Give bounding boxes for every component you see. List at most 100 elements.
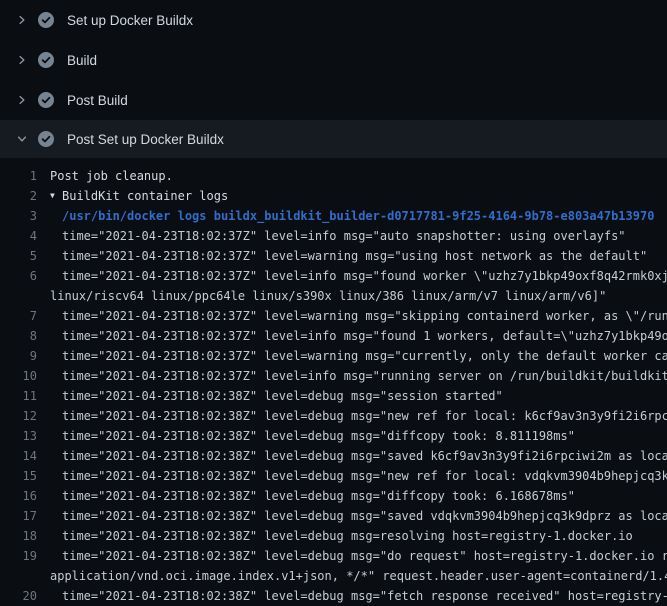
log-line-text: time="2021-04-23T18:02:37Z" level=info m… [62,326,667,346]
log-line-content: time="2021-04-23T18:02:37Z" level=warnin… [50,346,667,366]
log-line-number[interactable]: 13 [0,426,37,446]
log-line-text: time="2021-04-23T18:02:37Z" level=info m… [62,266,667,286]
log-line-number[interactable] [0,566,37,586]
steps-list: Set up Docker Buildx Build P [0,0,667,158]
log-line-content: time="2021-04-23T18:02:38Z" level=debug … [50,486,575,506]
log-line: 18 time="2021-04-23T18:02:38Z" level=deb… [0,526,667,546]
chevron-icon [14,92,30,108]
log-line-content: linux/riscv64 linux/ppc64le linux/s390x … [50,286,606,306]
log-line-text: time="2021-04-23T18:02:38Z" level=debug … [62,426,575,446]
log-line: 19 time="2021-04-23T18:02:38Z" level=deb… [0,546,667,566]
log-line-content: time="2021-04-23T18:02:37Z" level=warnin… [50,306,667,326]
log-line-content: time="2021-04-23T18:02:37Z" level=info m… [50,366,667,386]
check-circle-icon [38,52,54,68]
log-line-text: time="2021-04-23T18:02:37Z" level=warnin… [62,246,647,266]
log-line-content: time="2021-04-23T18:02:38Z" level=debug … [50,526,633,546]
step-label: Post Set up Docker Buildx [67,132,224,147]
log-line: 6 time="2021-04-23T18:02:37Z" level=info… [0,266,667,286]
log-line-number[interactable]: 7 [0,306,37,326]
log-line-number[interactable]: 16 [0,486,37,506]
log-line: 7 time="2021-04-23T18:02:37Z" level=warn… [0,306,667,326]
log-line-number[interactable]: 14 [0,446,37,466]
log-line-number[interactable]: 9 [0,346,37,366]
check-circle-icon [38,92,54,108]
log-line: 5 time="2021-04-23T18:02:37Z" level=warn… [0,246,667,266]
log-line-content: ▼ BuildKit container logs [50,186,228,206]
log-line-text: linux/riscv64 linux/ppc64le linux/s390x … [50,286,606,306]
log-line-text: time="2021-04-23T18:02:38Z" level=debug … [62,586,667,606]
log-line-number[interactable]: 11 [0,386,37,406]
log-line-content: time="2021-04-23T18:02:38Z" level=debug … [50,506,667,526]
log-line-number[interactable]: 1 [0,166,37,186]
log-line-text: time="2021-04-23T18:02:38Z" level=debug … [62,546,667,566]
log-line-number[interactable]: 8 [0,326,37,346]
log-line-text: application/vnd.oci.image.index.v1+json,… [50,566,667,586]
log-line-number[interactable]: 2 [0,186,37,206]
log-line-number[interactable]: 19 [0,546,37,566]
log-line-text: time="2021-04-23T18:02:37Z" level=info m… [62,366,667,386]
log-line-content: time="2021-04-23T18:02:38Z" level=debug … [50,546,667,566]
log-line: 2 ▼ BuildKit container logs [0,186,667,206]
log-line-content: time="2021-04-23T18:02:38Z" level=debug … [50,426,575,446]
log-line: 3 /usr/bin/docker logs buildx_buildkit_b… [0,206,667,226]
step-row-post-set-up-docker-buildx[interactable]: Post Set up Docker Buildx [0,120,667,158]
log-line: 14 time="2021-04-23T18:02:38Z" level=deb… [0,446,667,466]
log-line: 17 time="2021-04-23T18:02:38Z" level=deb… [0,506,667,526]
log-line-content: time="2021-04-23T18:02:37Z" level=info m… [50,266,667,286]
step-row-build[interactable]: Build [0,40,667,80]
log-line-text: time="2021-04-23T18:02:38Z" level=debug … [62,526,633,546]
log-line-number[interactable]: 6 [0,266,37,286]
log-line-content: Post job cleanup. [50,166,173,186]
log-line-content: time="2021-04-23T18:02:38Z" level=debug … [50,446,667,466]
log-line: 20 time="2021-04-23T18:02:38Z" level=deb… [0,586,667,606]
log-line: 15 time="2021-04-23T18:02:38Z" level=deb… [0,466,667,486]
log-line-content: time="2021-04-23T18:02:37Z" level=warnin… [50,246,647,266]
log-line-content: /usr/bin/docker logs buildx_buildkit_bui… [50,206,654,226]
log-line-number[interactable]: 15 [0,466,37,486]
check-circle-icon [38,12,54,28]
log-line-content: time="2021-04-23T18:02:38Z" level=debug … [50,586,667,606]
step-row-post-build[interactable]: Post Build [0,80,667,120]
log-line: application/vnd.oci.image.index.v1+json,… [0,566,667,586]
log-line: 16 time="2021-04-23T18:02:38Z" level=deb… [0,486,667,506]
log-line: 10 time="2021-04-23T18:02:37Z" level=inf… [0,366,667,386]
log-line: 13 time="2021-04-23T18:02:38Z" level=deb… [0,426,667,446]
log-line-content: time="2021-04-23T18:02:38Z" level=debug … [50,466,667,486]
step-row-set-up-docker-buildx[interactable]: Set up Docker Buildx [0,0,667,40]
step-label: Set up Docker Buildx [67,13,193,28]
log-line-content: time="2021-04-23T18:02:37Z" level=info m… [50,326,667,346]
log-line-content: time="2021-04-23T18:02:38Z" level=debug … [50,386,503,406]
log-line-text: time="2021-04-23T18:02:38Z" level=debug … [62,386,503,406]
log-line-number[interactable]: 3 [0,206,37,226]
log-line-number[interactable] [0,286,37,306]
log-line-number[interactable]: 17 [0,506,37,526]
log-line-number[interactable]: 20 [0,586,37,606]
log-line-text: time="2021-04-23T18:02:37Z" level=info m… [62,226,626,246]
log-line: 4 time="2021-04-23T18:02:37Z" level=info… [0,226,667,246]
log-line: 8 time="2021-04-23T18:02:37Z" level=info… [0,326,667,346]
group-collapse-icon[interactable]: ▼ [50,186,62,206]
log-line-number[interactable]: 4 [0,226,37,246]
log-line-number[interactable]: 12 [0,406,37,426]
log-line-content: application/vnd.oci.image.index.v1+json,… [50,566,667,586]
log-line-text: time="2021-04-23T18:02:37Z" level=warnin… [62,306,667,326]
step-label: Build [67,53,97,68]
chevron-icon [14,12,30,28]
log-line-text: time="2021-04-23T18:02:38Z" level=debug … [62,486,575,506]
check-circle-icon [38,131,54,147]
log-lines: 1 Post job cleanup. 2 ▼ BuildKit contain… [0,158,667,606]
log-line: 11 time="2021-04-23T18:02:38Z" level=deb… [0,386,667,406]
log-line: 1 Post job cleanup. [0,166,667,186]
step-label: Post Build [67,93,128,108]
log-line-number[interactable]: 10 [0,366,37,386]
log-line: 9 time="2021-04-23T18:02:37Z" level=warn… [0,346,667,366]
log-line-text: time="2021-04-23T18:02:38Z" level=debug … [62,506,667,526]
chevron-icon [14,52,30,68]
log-line: linux/riscv64 linux/ppc64le linux/s390x … [0,286,667,306]
log-line-text: BuildKit container logs [62,186,228,206]
log-line-number[interactable]: 18 [0,526,37,546]
log-line-number[interactable]: 5 [0,246,37,266]
log-line-text: time="2021-04-23T18:02:38Z" level=debug … [62,466,667,486]
log-line: 12 time="2021-04-23T18:02:38Z" level=deb… [0,406,667,426]
log-line-text: time="2021-04-23T18:02:37Z" level=warnin… [62,346,667,366]
